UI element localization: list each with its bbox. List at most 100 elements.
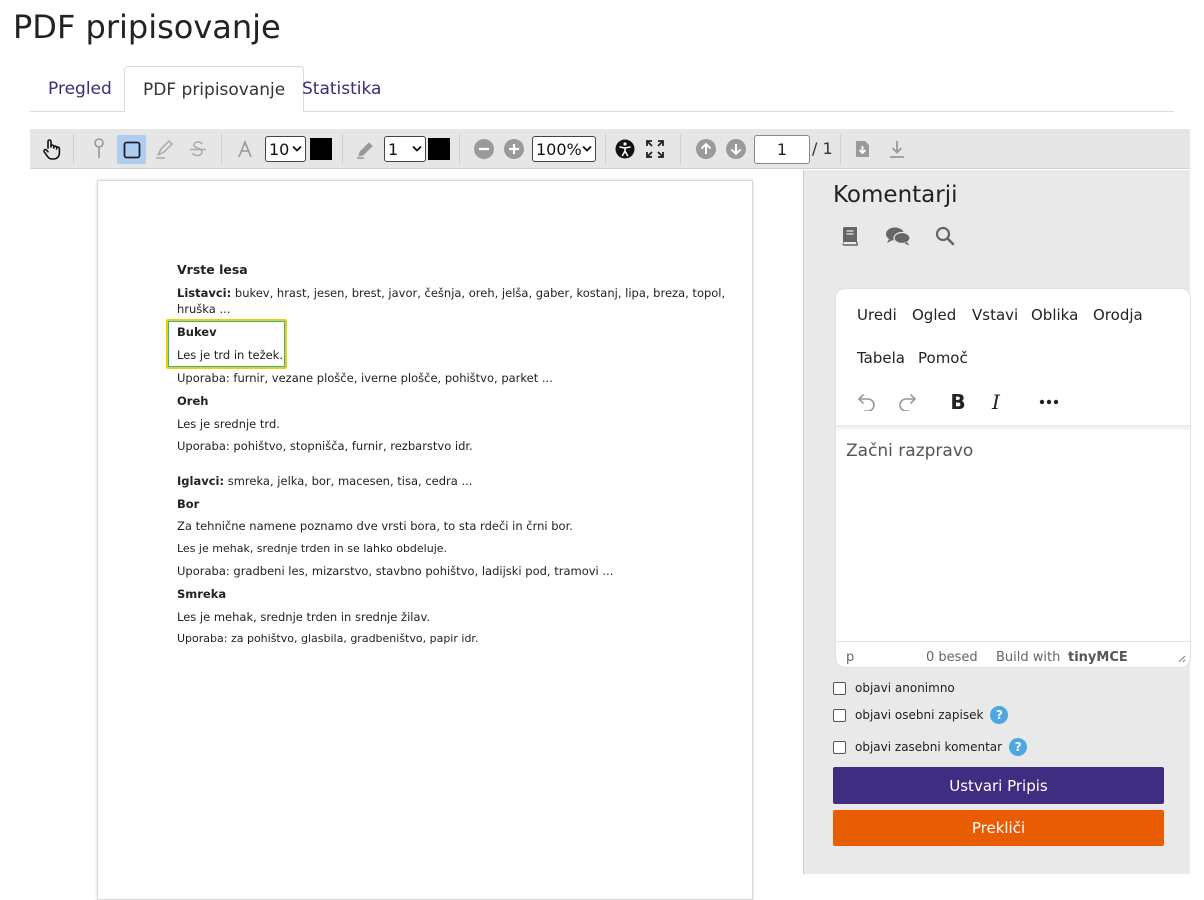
- comment-textarea[interactable]: Začni razpravo: [846, 441, 973, 461]
- pencil-icon: [357, 142, 373, 159]
- document-title: Vrste lesa: [177, 262, 248, 277]
- page-total-label: / 1: [812, 139, 833, 158]
- personal-note-checkbox[interactable]: [833, 708, 846, 722]
- element-path[interactable]: p: [846, 650, 854, 665]
- search-button[interactable]: [935, 226, 955, 251]
- pin-icon: [94, 138, 104, 158]
- rectangle-icon: [123, 141, 140, 158]
- doc-bor-title: Bor: [177, 497, 200, 511]
- font-size-select[interactable]: 10: [265, 136, 306, 162]
- highlight-tool-button[interactable]: [152, 129, 178, 169]
- create-annotation-button[interactable]: Ustvari Pripis: [833, 767, 1164, 804]
- zoom-select[interactable]: 100%: [532, 136, 596, 162]
- font-letter-a-icon: [238, 140, 252, 158]
- doc-listavci-line: Listavci: bukev, hrast, jesen, brest, ja…: [177, 285, 725, 302]
- page-title: PDF pripisovanje: [13, 8, 281, 46]
- comment-editor: Uredi Ogled Vstavi Oblika Orodja Tabela …: [835, 288, 1191, 668]
- help-icon[interactable]: ?: [1009, 738, 1028, 756]
- line-width-select[interactable]: 1: [384, 136, 426, 162]
- pdf-viewer[interactable]: Vrste lesa Listavci: bukev, hrast, jesen…: [30, 170, 803, 900]
- text-tool-button[interactable]: [234, 129, 256, 169]
- chevron-down-icon: [582, 145, 592, 152]
- arrow-down-circle-icon: [726, 139, 746, 159]
- arrow-up-circle-icon: [696, 139, 716, 159]
- discussion-button[interactable]: [885, 226, 911, 251]
- undo-icon: [857, 394, 875, 411]
- previous-page-button[interactable]: [694, 129, 718, 169]
- doc-smreka-line1: Les je mehak, srednje trden in srednje ž…: [177, 610, 431, 624]
- menu-orodja[interactable]: Orodja: [1093, 306, 1143, 324]
- help-icon[interactable]: ?: [990, 706, 1009, 724]
- highlighter-icon: [156, 140, 173, 159]
- download-button[interactable]: [884, 129, 910, 169]
- doc-oreh-line1: Les je srednje trd.: [177, 417, 280, 431]
- draw-color-swatch[interactable]: [428, 138, 450, 160]
- page-number-input[interactable]: 1: [754, 135, 810, 164]
- book-button[interactable]: [841, 226, 859, 251]
- branding-text: Build with: [996, 650, 1061, 665]
- anonymous-label: objavi anonimno: [855, 681, 955, 695]
- text-color-swatch[interactable]: [310, 138, 332, 160]
- accessibility-button[interactable]: [613, 129, 637, 169]
- doc-oreh-line2: Uporaba: pohištvo, stopnišča, furnir, re…: [177, 439, 473, 453]
- option-private-comment[interactable]: objavi zasebni komentar ?: [833, 738, 1028, 756]
- search-icon: [935, 226, 955, 246]
- chevron-down-icon: [292, 145, 302, 152]
- cancel-button[interactable]: Prekliči: [833, 810, 1164, 846]
- doc-iglavci-text: smreka, jelka, bor, macesen, tisa, cedra…: [224, 474, 473, 488]
- tab-pdf-pripisovanje[interactable]: PDF pripisovanje: [124, 66, 305, 113]
- menu-uredi[interactable]: Uredi: [857, 306, 897, 324]
- editor-statusbar: p 0 besed Build with tinyMCE: [836, 641, 1190, 667]
- bold-button[interactable]: B: [943, 387, 973, 417]
- anonymous-checkbox[interactable]: [833, 681, 846, 695]
- menu-ogled[interactable]: Ogled: [912, 306, 956, 324]
- menu-pomoc[interactable]: Pomoč: [918, 349, 968, 367]
- doc-smreka-line2: Uporaba: za pohištvo, glasbila, gradbeni…: [177, 632, 479, 645]
- zoom-out-button[interactable]: [472, 129, 496, 169]
- personal-note-label: objavi osebni zapisek: [855, 708, 984, 722]
- tinymce-logo[interactable]: tinyMCE: [1068, 650, 1128, 665]
- font-size-value: 10: [269, 139, 290, 159]
- pdf-page[interactable]: Vrste lesa Listavci: bukev, hrast, jesen…: [97, 180, 753, 900]
- menu-tabela[interactable]: Tabela: [857, 349, 905, 367]
- fullscreen-button[interactable]: [643, 129, 667, 169]
- doc-bor-line1: Za tehnične namene poznamo dve vrsti bor…: [177, 519, 573, 533]
- redo-button[interactable]: [892, 387, 922, 417]
- tab-statistika[interactable]: Statistika: [284, 66, 399, 112]
- rectangle-tool-button[interactable]: [117, 135, 146, 164]
- line-width-value: 1: [388, 139, 399, 159]
- pin-tool-button[interactable]: [88, 129, 110, 169]
- chevron-down-icon: [412, 145, 422, 152]
- resize-handle-icon[interactable]: [1176, 653, 1186, 663]
- tab-pregled[interactable]: Pregled: [30, 66, 130, 112]
- doc-bukev-line2: Uporaba: furnir, vezane plošče, iverne p…: [177, 371, 553, 385]
- download-icon: [890, 141, 904, 158]
- zoom-value: 100%: [536, 139, 582, 159]
- book-icon: [842, 227, 858, 246]
- menu-oblika[interactable]: Oblika: [1031, 306, 1078, 324]
- zoom-in-button[interactable]: [502, 129, 526, 169]
- next-page-button[interactable]: [724, 129, 748, 169]
- more-button[interactable]: [1034, 387, 1064, 417]
- undo-button[interactable]: [852, 387, 882, 417]
- rectangle-annotation[interactable]: [166, 319, 287, 369]
- doc-iglavci-label: Iglavci:: [177, 474, 225, 488]
- strikethrough-tool-button[interactable]: [185, 129, 211, 169]
- hand-tool-button[interactable]: [38, 129, 64, 169]
- expand-icon: [646, 140, 664, 158]
- private-comment-checkbox[interactable]: [833, 740, 846, 754]
- minus-circle-icon: [474, 139, 494, 159]
- doc-iglavci-line: Iglavci: smreka, jelka, bor, macesen, ti…: [177, 473, 472, 490]
- option-personal-note[interactable]: objavi osebni zapisek ?: [833, 706, 1009, 724]
- option-anonymous[interactable]: objavi anonimno: [833, 681, 955, 695]
- private-comment-label: objavi zasebni komentar: [855, 740, 1003, 754]
- word-count[interactable]: 0 besed: [926, 650, 978, 665]
- pdf-toolbar: 10 1 100% 1 / 1: [30, 129, 1190, 169]
- doc-oreh-title: Oreh: [177, 394, 209, 408]
- save-annotations-button[interactable]: [850, 129, 876, 169]
- strikethrough-icon: [190, 141, 206, 157]
- menu-vstavi[interactable]: Vstavi: [972, 306, 1018, 324]
- draw-tool-button[interactable]: [353, 129, 379, 169]
- italic-button[interactable]: I: [981, 387, 1011, 417]
- comments-title: Komentarji: [833, 182, 958, 208]
